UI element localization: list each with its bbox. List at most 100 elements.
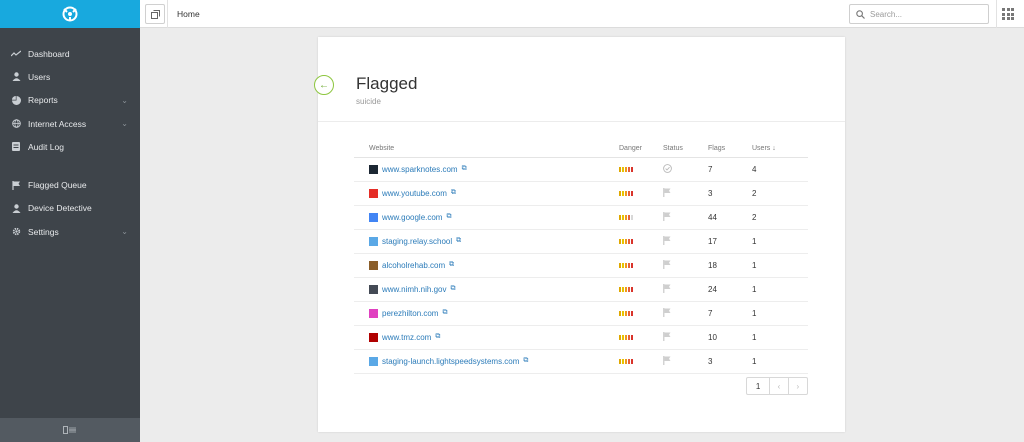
sidebar-item-dashboard[interactable]: Dashboard — [0, 42, 140, 65]
external-link-icon[interactable]: ⧉ — [442, 309, 447, 317]
favicon-icon — [369, 212, 378, 222]
table-row[interactable]: perezhilton.com ⧉ 7 1 — [354, 301, 808, 326]
danger-cell — [619, 229, 663, 254]
website-link[interactable]: www.tmz.com — [382, 333, 431, 342]
website-link[interactable]: www.nimh.nih.gov — [382, 285, 446, 294]
danger-bar — [622, 214, 624, 220]
external-link-icon[interactable]: ⧉ — [456, 237, 461, 245]
external-link-icon[interactable]: ⧉ — [435, 333, 440, 341]
flag-icon[interactable] — [663, 355, 671, 367]
users-count: 1 — [752, 229, 808, 254]
danger-bar — [619, 238, 621, 244]
danger-bar — [619, 262, 621, 268]
danger-bar — [625, 166, 627, 172]
external-link-icon[interactable]: ⧉ — [446, 213, 451, 221]
flag-icon[interactable] — [663, 259, 671, 271]
website-link[interactable]: staging.relay.school — [382, 237, 452, 246]
flag-icon[interactable] — [663, 211, 671, 223]
external-link-icon[interactable]: ⧉ — [523, 357, 528, 365]
table-row[interactable]: alcoholrehab.com ⧉ 18 1 — [354, 253, 808, 278]
users-count: 1 — [752, 325, 808, 350]
table-row[interactable]: staging.relay.school ⧉ 17 1 — [354, 229, 808, 254]
topbar: Home — [140, 0, 1024, 28]
danger-bar — [622, 190, 624, 196]
danger-bar — [619, 286, 621, 292]
danger-meter — [619, 286, 663, 292]
external-link-icon[interactable]: ⧉ — [449, 261, 454, 269]
divider — [318, 121, 845, 122]
danger-cell — [619, 301, 663, 326]
website-cell: www.google.com ⧉ — [354, 205, 619, 230]
check-circle-icon[interactable] — [663, 163, 672, 175]
website-cell: www.tmz.com ⧉ — [354, 325, 619, 350]
website-link[interactable]: www.sparknotes.com — [382, 165, 458, 174]
danger-bar — [628, 358, 630, 364]
website-link[interactable]: perezhilton.com — [382, 309, 438, 318]
danger-bar — [619, 214, 621, 220]
danger-bar — [619, 190, 621, 196]
sidebar-item-flagged-queue[interactable]: Flagged Queue — [0, 173, 140, 196]
danger-meter — [619, 262, 663, 268]
website-cell: www.youtube.com ⧉ — [354, 181, 619, 206]
log-icon — [10, 142, 22, 152]
column-header-danger[interactable]: Danger — [619, 140, 663, 158]
column-header-flags[interactable]: Flags — [708, 140, 752, 158]
next-page-button[interactable]: › — [789, 378, 807, 394]
table-row[interactable]: www.tmz.com ⧉ 10 1 — [354, 325, 808, 350]
table-row[interactable]: www.sparknotes.com ⧉ 7 4 — [354, 157, 808, 182]
page-subtitle: suicide — [356, 97, 381, 106]
flag-icon[interactable] — [663, 331, 671, 343]
danger-bar — [625, 214, 627, 220]
logo-bar[interactable] — [0, 0, 140, 28]
sidebar-item-internet-access[interactable]: Internet Access ⌄ — [0, 112, 140, 135]
previous-page-button[interactable]: ‹ — [770, 378, 789, 394]
sidebar-item-label: Internet Access — [28, 118, 87, 129]
danger-bar — [631, 334, 633, 340]
breadcrumb[interactable]: Home — [177, 9, 200, 19]
toggle-window-button[interactable] — [145, 4, 165, 24]
user-search-icon — [10, 203, 22, 213]
website-link[interactable]: staging-launch.lightspeedsystems.com — [382, 357, 519, 366]
table-row[interactable]: www.youtube.com ⧉ 3 2 — [354, 181, 808, 206]
collapse-sidebar-button[interactable] — [0, 418, 140, 442]
danger-bar — [619, 334, 621, 340]
sidebar-item-users[interactable]: Users — [0, 65, 140, 88]
website-cell: alcoholrehab.com ⧉ — [354, 253, 619, 278]
danger-cell — [619, 325, 663, 350]
flags-count: 18 — [708, 253, 752, 278]
column-header-users[interactable]: Users ↓ — [752, 140, 808, 158]
flag-icon[interactable] — [663, 307, 671, 319]
flag-icon[interactable] — [663, 187, 671, 199]
external-link-icon[interactable]: ⧉ — [451, 189, 456, 197]
danger-bar — [631, 286, 633, 292]
website-link[interactable]: alcoholrehab.com — [382, 261, 445, 270]
sidebar-item-settings[interactable]: Settings ⌄ — [0, 220, 140, 243]
favicon-icon — [369, 284, 378, 294]
danger-bar — [622, 166, 624, 172]
search-input[interactable] — [870, 9, 980, 19]
favicon-icon — [369, 332, 378, 342]
external-link-icon[interactable]: ⧉ — [462, 165, 467, 173]
flags-count: 24 — [708, 277, 752, 302]
flag-icon[interactable] — [663, 235, 671, 247]
column-header-status[interactable]: Status — [663, 140, 708, 158]
website-link[interactable]: www.youtube.com — [382, 189, 447, 198]
sidebar-item-audit-log[interactable]: Audit Log — [0, 135, 140, 158]
sidebar-item-device-detective[interactable]: Device Detective — [0, 197, 140, 220]
back-button[interactable]: ← — [314, 75, 334, 95]
external-link-icon[interactable]: ⧉ — [450, 285, 455, 293]
website-cell: staging-launch.lightspeedsystems.com ⧉ — [354, 349, 619, 374]
table-row[interactable]: www.google.com ⧉ 44 2 — [354, 205, 808, 230]
website-link[interactable]: www.google.com — [382, 213, 442, 222]
column-header-website[interactable]: Website — [354, 140, 619, 158]
danger-bar — [622, 334, 624, 340]
flag-icon[interactable] — [663, 283, 671, 295]
apps-grid-icon[interactable] — [1002, 8, 1014, 20]
status-cell — [663, 301, 708, 326]
sidebar-item-reports[interactable]: Reports ⌄ — [0, 89, 140, 112]
search-box[interactable] — [849, 4, 989, 24]
table-row[interactable]: www.nimh.nih.gov ⧉ 24 1 — [354, 277, 808, 302]
table-row[interactable]: staging-launch.lightspeedsystems.com ⧉ 3 1 — [354, 349, 808, 374]
danger-bar — [631, 238, 633, 244]
page-number-button[interactable]: 1 — [747, 378, 771, 394]
